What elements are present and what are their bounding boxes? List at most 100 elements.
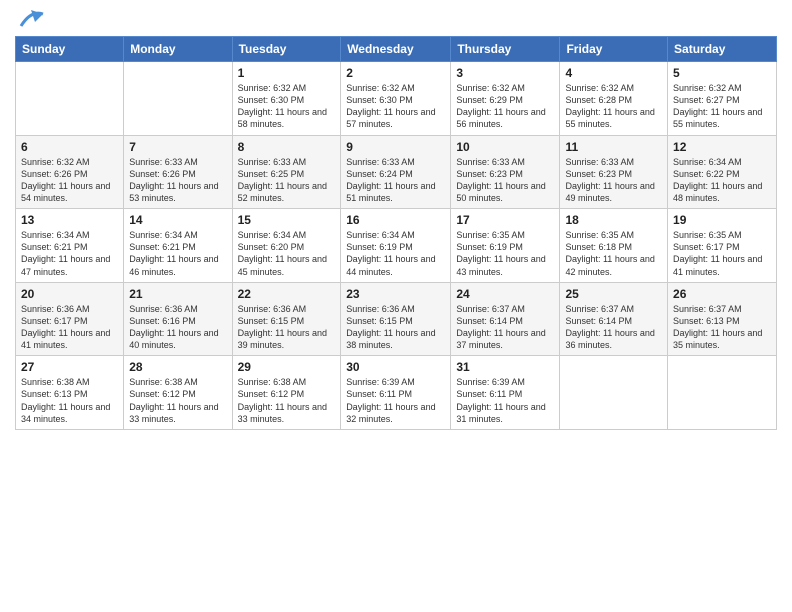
calendar-day: 24 Sunrise: 6:37 AM Sunset: 6:14 PM Dayli… <box>451 282 560 356</box>
day-number: 5 <box>673 66 771 80</box>
day-info: Sunrise: 6:34 AM Sunset: 6:22 PM Dayligh… <box>673 156 771 205</box>
calendar-header-thursday: Thursday <box>451 37 560 62</box>
calendar-day: 26 Sunrise: 6:37 AM Sunset: 6:13 PM Dayli… <box>668 282 777 356</box>
day-info: Sunrise: 6:37 AM Sunset: 6:14 PM Dayligh… <box>565 303 662 352</box>
calendar-day: 14 Sunrise: 6:34 AM Sunset: 6:21 PM Dayli… <box>124 209 232 283</box>
calendar-header-monday: Monday <box>124 37 232 62</box>
page: SundayMondayTuesdayWednesdayThursdayFrid… <box>0 0 792 612</box>
calendar-week-2: 6 Sunrise: 6:32 AM Sunset: 6:26 PM Daylig… <box>16 135 777 209</box>
day-info: Sunrise: 6:32 AM Sunset: 6:26 PM Dayligh… <box>21 156 118 205</box>
day-info: Sunrise: 6:33 AM Sunset: 6:23 PM Dayligh… <box>565 156 662 205</box>
calendar-day: 11 Sunrise: 6:33 AM Sunset: 6:23 PM Dayli… <box>560 135 668 209</box>
day-number: 10 <box>456 140 554 154</box>
day-number: 27 <box>21 360 118 374</box>
calendar-day: 5 Sunrise: 6:32 AM Sunset: 6:27 PM Daylig… <box>668 62 777 136</box>
calendar-day: 27 Sunrise: 6:38 AM Sunset: 6:13 PM Dayli… <box>16 356 124 430</box>
day-number: 14 <box>129 213 226 227</box>
day-number: 28 <box>129 360 226 374</box>
calendar-day: 29Sunrise: 6:38 AM Sunset: 6:12 PM Dayli… <box>232 356 341 430</box>
calendar-day <box>668 356 777 430</box>
day-number: 13 <box>21 213 118 227</box>
calendar-day: 18 Sunrise: 6:35 AM Sunset: 6:18 PM Dayli… <box>560 209 668 283</box>
day-info: Sunrise: 6:34 AM Sunset: 6:19 PM Dayligh… <box>346 229 445 278</box>
calendar-week-3: 13 Sunrise: 6:34 AM Sunset: 6:21 PM Dayli… <box>16 209 777 283</box>
day-info: Sunrise: 6:32 AM Sunset: 6:27 PM Dayligh… <box>673 82 771 131</box>
logo-icon <box>17 8 45 30</box>
day-number: 4 <box>565 66 662 80</box>
day-number: 18 <box>565 213 662 227</box>
calendar: SundayMondayTuesdayWednesdayThursdayFrid… <box>15 36 777 430</box>
calendar-day: 8 Sunrise: 6:33 AM Sunset: 6:25 PM Daylig… <box>232 135 341 209</box>
day-number: 17 <box>456 213 554 227</box>
day-info: Sunrise: 6:33 AM Sunset: 6:25 PM Dayligh… <box>238 156 336 205</box>
day-number: 11 <box>565 140 662 154</box>
day-number: 21 <box>129 287 226 301</box>
header <box>15 10 777 30</box>
day-number: 3 <box>456 66 554 80</box>
day-number: 19 <box>673 213 771 227</box>
calendar-day: 25 Sunrise: 6:37 AM Sunset: 6:14 PM Dayli… <box>560 282 668 356</box>
calendar-day: 7Sunrise: 6:33 AM Sunset: 6:26 PM Daylig… <box>124 135 232 209</box>
calendar-day: 20 Sunrise: 6:36 AM Sunset: 6:17 PM Dayli… <box>16 282 124 356</box>
calendar-day: 9Sunrise: 6:33 AM Sunset: 6:24 PM Daylig… <box>341 135 451 209</box>
day-info: Sunrise: 6:33 AM Sunset: 6:26 PM Dayligh… <box>129 156 226 205</box>
day-info: Sunrise: 6:39 AM Sunset: 6:11 PM Dayligh… <box>346 376 445 425</box>
day-number: 31 <box>456 360 554 374</box>
day-info: Sunrise: 6:36 AM Sunset: 6:15 PM Dayligh… <box>238 303 336 352</box>
calendar-day: 6 Sunrise: 6:32 AM Sunset: 6:26 PM Daylig… <box>16 135 124 209</box>
calendar-header-saturday: Saturday <box>668 37 777 62</box>
calendar-day: 2 Sunrise: 6:32 AM Sunset: 6:30 PM Daylig… <box>341 62 451 136</box>
day-number: 2 <box>346 66 445 80</box>
day-number: 23 <box>346 287 445 301</box>
day-number: 25 <box>565 287 662 301</box>
day-info: Sunrise: 6:34 AM Sunset: 6:20 PM Dayligh… <box>238 229 336 278</box>
day-info: Sunrise: 6:39 AM Sunset: 6:11 PM Dayligh… <box>456 376 554 425</box>
day-info: Sunrise: 6:34 AM Sunset: 6:21 PM Dayligh… <box>21 229 118 278</box>
day-info: Sunrise: 6:32 AM Sunset: 6:30 PM Dayligh… <box>238 82 336 131</box>
calendar-day: 4 Sunrise: 6:32 AM Sunset: 6:28 PM Daylig… <box>560 62 668 136</box>
calendar-day: 30 Sunrise: 6:39 AM Sunset: 6:11 PM Dayli… <box>341 356 451 430</box>
day-number: 22 <box>238 287 336 301</box>
day-number: 12 <box>673 140 771 154</box>
calendar-week-1: 1 Sunrise: 6:32 AM Sunset: 6:30 PM Daylig… <box>16 62 777 136</box>
day-number: 8 <box>238 140 336 154</box>
day-info: Sunrise: 6:38 AM Sunset: 6:13 PM Dayligh… <box>21 376 118 425</box>
day-number: 15 <box>238 213 336 227</box>
day-info: Sunrise: 6:37 AM Sunset: 6:13 PM Dayligh… <box>673 303 771 352</box>
day-info: Sunrise: 6:37 AM Sunset: 6:14 PM Dayligh… <box>456 303 554 352</box>
calendar-day: 12 Sunrise: 6:34 AM Sunset: 6:22 PM Dayli… <box>668 135 777 209</box>
calendar-header-wednesday: Wednesday <box>341 37 451 62</box>
calendar-day <box>124 62 232 136</box>
day-info: Sunrise: 6:34 AM Sunset: 6:21 PM Dayligh… <box>129 229 226 278</box>
day-number: 24 <box>456 287 554 301</box>
calendar-day: 10 Sunrise: 6:33 AM Sunset: 6:23 PM Dayli… <box>451 135 560 209</box>
day-number: 30 <box>346 360 445 374</box>
day-number: 20 <box>21 287 118 301</box>
calendar-header-row: SundayMondayTuesdayWednesdayThursdayFrid… <box>16 37 777 62</box>
day-info: Sunrise: 6:33 AM Sunset: 6:23 PM Dayligh… <box>456 156 554 205</box>
day-info: Sunrise: 6:32 AM Sunset: 6:30 PM Dayligh… <box>346 82 445 131</box>
logo <box>15 10 45 30</box>
day-number: 6 <box>21 140 118 154</box>
day-number: 1 <box>238 66 336 80</box>
calendar-day: 3Sunrise: 6:32 AM Sunset: 6:29 PM Daylig… <box>451 62 560 136</box>
calendar-day <box>16 62 124 136</box>
calendar-day: 1 Sunrise: 6:32 AM Sunset: 6:30 PM Daylig… <box>232 62 341 136</box>
day-info: Sunrise: 6:38 AM Sunset: 6:12 PM Dayligh… <box>129 376 226 425</box>
day-number: 29 <box>238 360 336 374</box>
day-info: Sunrise: 6:36 AM Sunset: 6:17 PM Dayligh… <box>21 303 118 352</box>
calendar-header-friday: Friday <box>560 37 668 62</box>
day-info: Sunrise: 6:32 AM Sunset: 6:28 PM Dayligh… <box>565 82 662 131</box>
day-info: Sunrise: 6:35 AM Sunset: 6:18 PM Dayligh… <box>565 229 662 278</box>
calendar-day <box>560 356 668 430</box>
calendar-week-4: 20 Sunrise: 6:36 AM Sunset: 6:17 PM Dayli… <box>16 282 777 356</box>
calendar-day: 23Sunrise: 6:36 AM Sunset: 6:15 PM Dayli… <box>341 282 451 356</box>
calendar-day: 31 Sunrise: 6:39 AM Sunset: 6:11 PM Dayli… <box>451 356 560 430</box>
calendar-day: 28 Sunrise: 6:38 AM Sunset: 6:12 PM Dayli… <box>124 356 232 430</box>
day-number: 26 <box>673 287 771 301</box>
day-info: Sunrise: 6:36 AM Sunset: 6:16 PM Dayligh… <box>129 303 226 352</box>
day-info: Sunrise: 6:35 AM Sunset: 6:19 PM Dayligh… <box>456 229 554 278</box>
calendar-day: 15 Sunrise: 6:34 AM Sunset: 6:20 PM Dayli… <box>232 209 341 283</box>
calendar-week-5: 27 Sunrise: 6:38 AM Sunset: 6:13 PM Dayli… <box>16 356 777 430</box>
day-info: Sunrise: 6:33 AM Sunset: 6:24 PM Dayligh… <box>346 156 445 205</box>
